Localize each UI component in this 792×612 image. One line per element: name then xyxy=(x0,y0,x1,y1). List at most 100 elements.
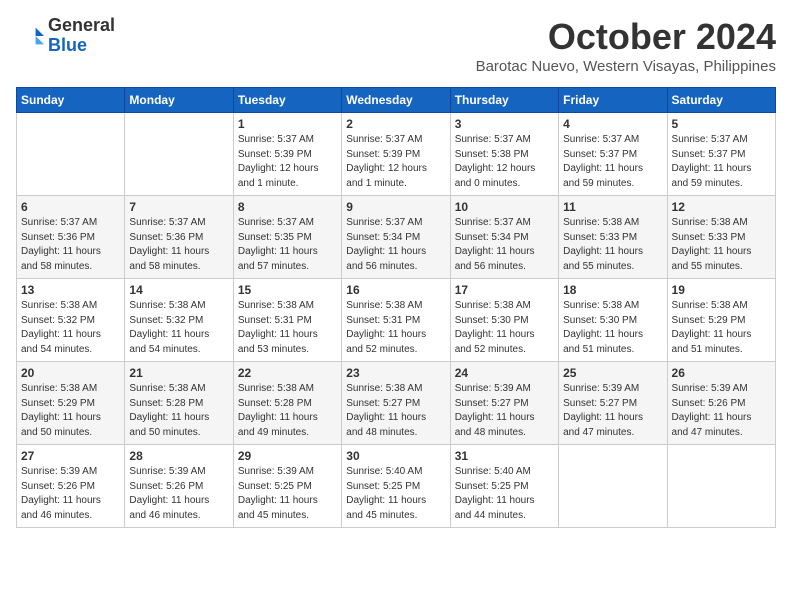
day-info: Sunrise: 5:37 AM Sunset: 5:35 PM Dayligh… xyxy=(238,216,337,274)
day-info: Sunrise: 5:37 AM Sunset: 5:34 PM Dayligh… xyxy=(346,216,445,274)
day-number: 27 xyxy=(21,449,120,463)
month-title: October 2024 xyxy=(476,16,776,58)
calendar-cell: 17Sunrise: 5:38 AM Sunset: 5:30 PM Dayli… xyxy=(450,279,558,362)
day-info: Sunrise: 5:38 AM Sunset: 5:29 PM Dayligh… xyxy=(21,382,120,440)
calendar-week-1: 1 Sunrise: 5:37 AM Sunset: 5:39 PM Daylig… xyxy=(17,113,776,196)
calendar-cell xyxy=(17,113,125,196)
calendar-cell: 11Sunrise: 5:38 AM Sunset: 5:33 PM Dayli… xyxy=(559,196,667,279)
day-info: Sunrise: 5:38 AM Sunset: 5:29 PM Dayligh… xyxy=(672,299,771,357)
day-number: 31 xyxy=(455,449,554,463)
calendar-cell: 24 Sunrise: 5:39 AM Sunset: 5:27 PM Dayli… xyxy=(450,362,558,445)
weekday-friday: Friday xyxy=(559,88,667,113)
day-info: Sunrise: 5:39 AM Sunset: 5:26 PM Dayligh… xyxy=(672,382,771,440)
day-number: 30 xyxy=(346,449,445,463)
day-number: 15 xyxy=(238,283,337,297)
day-info: Sunrise: 5:38 AM Sunset: 5:33 PM Dayligh… xyxy=(563,216,662,274)
calendar-cell: 31Sunrise: 5:40 AM Sunset: 5:25 PM Dayli… xyxy=(450,445,558,528)
logo-icon xyxy=(16,22,44,50)
day-info: Sunrise: 5:37 AM Sunset: 5:34 PM Dayligh… xyxy=(455,216,554,274)
day-number: 21 xyxy=(129,366,228,380)
day-number: 23 xyxy=(346,366,445,380)
day-info: Sunrise: 5:38 AM Sunset: 5:31 PM Dayligh… xyxy=(238,299,337,357)
calendar-cell: 14Sunrise: 5:38 AM Sunset: 5:32 PM Dayli… xyxy=(125,279,233,362)
calendar-cell: 25 Sunrise: 5:39 AM Sunset: 5:27 PM Dayli… xyxy=(559,362,667,445)
calendar-cell: 9 Sunrise: 5:37 AM Sunset: 5:34 PM Daylig… xyxy=(342,196,450,279)
calendar-cell: 21 Sunrise: 5:38 AM Sunset: 5:28 PM Dayli… xyxy=(125,362,233,445)
day-number: 20 xyxy=(21,366,120,380)
day-number: 3 xyxy=(455,117,554,131)
location-title: Barotac Nuevo, Western Visayas, Philippi… xyxy=(476,58,776,75)
day-number: 5 xyxy=(672,117,771,131)
logo-text: General Blue xyxy=(48,16,115,56)
day-info: Sunrise: 5:39 AM Sunset: 5:27 PM Dayligh… xyxy=(455,382,554,440)
day-info: Sunrise: 5:39 AM Sunset: 5:25 PM Dayligh… xyxy=(238,465,337,523)
calendar-week-3: 13 Sunrise: 5:38 AM Sunset: 5:32 PM Dayli… xyxy=(17,279,776,362)
day-number: 10 xyxy=(455,200,554,214)
day-number: 16 xyxy=(346,283,445,297)
logo: General Blue xyxy=(16,16,115,56)
calendar-cell: 4Sunrise: 5:37 AM Sunset: 5:37 PM Daylig… xyxy=(559,113,667,196)
day-info: Sunrise: 5:38 AM Sunset: 5:30 PM Dayligh… xyxy=(563,299,662,357)
calendar-cell: 16Sunrise: 5:38 AM Sunset: 5:31 PM Dayli… xyxy=(342,279,450,362)
calendar-cell: 19 Sunrise: 5:38 AM Sunset: 5:29 PM Dayli… xyxy=(667,279,775,362)
day-number: 6 xyxy=(21,200,120,214)
day-number: 19 xyxy=(672,283,771,297)
day-number: 2 xyxy=(346,117,445,131)
day-number: 24 xyxy=(455,366,554,380)
calendar-cell: 22Sunrise: 5:38 AM Sunset: 5:28 PM Dayli… xyxy=(233,362,341,445)
day-number: 4 xyxy=(563,117,662,131)
calendar-cell: 13 Sunrise: 5:38 AM Sunset: 5:32 PM Dayli… xyxy=(17,279,125,362)
weekday-thursday: Thursday xyxy=(450,88,558,113)
calendar-cell xyxy=(667,445,775,528)
day-number: 18 xyxy=(563,283,662,297)
calendar-week-4: 20 Sunrise: 5:38 AM Sunset: 5:29 PM Dayli… xyxy=(17,362,776,445)
header: General Blue October 2024 Barotac Nuevo,… xyxy=(16,16,776,75)
day-info: Sunrise: 5:38 AM Sunset: 5:32 PM Dayligh… xyxy=(21,299,120,357)
day-info: Sunrise: 5:38 AM Sunset: 5:27 PM Dayligh… xyxy=(346,382,445,440)
day-info: Sunrise: 5:37 AM Sunset: 5:36 PM Dayligh… xyxy=(129,216,228,274)
day-number: 1 xyxy=(238,117,337,131)
day-info: Sunrise: 5:38 AM Sunset: 5:33 PM Dayligh… xyxy=(672,216,771,274)
day-info: Sunrise: 5:38 AM Sunset: 5:28 PM Dayligh… xyxy=(129,382,228,440)
calendar-cell: 3 Sunrise: 5:37 AM Sunset: 5:38 PM Daylig… xyxy=(450,113,558,196)
calendar-cell: 28 Sunrise: 5:39 AM Sunset: 5:26 PM Dayli… xyxy=(125,445,233,528)
calendar-body: 1 Sunrise: 5:37 AM Sunset: 5:39 PM Daylig… xyxy=(17,113,776,528)
weekday-header: SundayMondayTuesdayWednesdayThursdayFrid… xyxy=(17,88,776,113)
calendar-cell xyxy=(125,113,233,196)
calendar-cell: 20 Sunrise: 5:38 AM Sunset: 5:29 PM Dayli… xyxy=(17,362,125,445)
day-number: 29 xyxy=(238,449,337,463)
day-number: 9 xyxy=(346,200,445,214)
calendar-cell: 23 Sunrise: 5:38 AM Sunset: 5:27 PM Dayli… xyxy=(342,362,450,445)
day-number: 12 xyxy=(672,200,771,214)
day-info: Sunrise: 5:37 AM Sunset: 5:38 PM Dayligh… xyxy=(455,133,554,191)
day-number: 17 xyxy=(455,283,554,297)
calendar: SundayMondayTuesdayWednesdayThursdayFrid… xyxy=(16,87,776,528)
calendar-cell: 27Sunrise: 5:39 AM Sunset: 5:26 PM Dayli… xyxy=(17,445,125,528)
day-number: 8 xyxy=(238,200,337,214)
calendar-cell: 6Sunrise: 5:37 AM Sunset: 5:36 PM Daylig… xyxy=(17,196,125,279)
day-number: 7 xyxy=(129,200,228,214)
calendar-cell: 29 Sunrise: 5:39 AM Sunset: 5:25 PM Dayli… xyxy=(233,445,341,528)
logo-blue: Blue xyxy=(48,36,115,56)
logo-general: General xyxy=(48,16,115,36)
weekday-monday: Monday xyxy=(125,88,233,113)
day-info: Sunrise: 5:37 AM Sunset: 5:39 PM Dayligh… xyxy=(346,133,445,191)
calendar-cell: 30 Sunrise: 5:40 AM Sunset: 5:25 PM Dayli… xyxy=(342,445,450,528)
calendar-cell xyxy=(559,445,667,528)
title-area: October 2024 Barotac Nuevo, Western Visa… xyxy=(476,16,776,75)
day-info: Sunrise: 5:39 AM Sunset: 5:27 PM Dayligh… xyxy=(563,382,662,440)
day-number: 14 xyxy=(129,283,228,297)
calendar-week-5: 27 Sunrise: 5:39 AM Sunset: 5:26 PM Dayli… xyxy=(17,445,776,528)
day-info: Sunrise: 5:37 AM Sunset: 5:39 PM Dayligh… xyxy=(238,133,337,191)
day-info: Sunrise: 5:40 AM Sunset: 5:25 PM Dayligh… xyxy=(346,465,445,523)
calendar-cell: 10 Sunrise: 5:37 AM Sunset: 5:34 PM Dayli… xyxy=(450,196,558,279)
weekday-tuesday: Tuesday xyxy=(233,88,341,113)
calendar-cell: 7 Sunrise: 5:37 AM Sunset: 5:36 PM Daylig… xyxy=(125,196,233,279)
day-number: 13 xyxy=(21,283,120,297)
calendar-cell: 18 Sunrise: 5:38 AM Sunset: 5:30 PM Dayli… xyxy=(559,279,667,362)
day-info: Sunrise: 5:39 AM Sunset: 5:26 PM Dayligh… xyxy=(129,465,228,523)
day-info: Sunrise: 5:38 AM Sunset: 5:28 PM Dayligh… xyxy=(238,382,337,440)
day-number: 28 xyxy=(129,449,228,463)
calendar-cell: 8 Sunrise: 5:37 AM Sunset: 5:35 PM Daylig… xyxy=(233,196,341,279)
day-number: 25 xyxy=(563,366,662,380)
